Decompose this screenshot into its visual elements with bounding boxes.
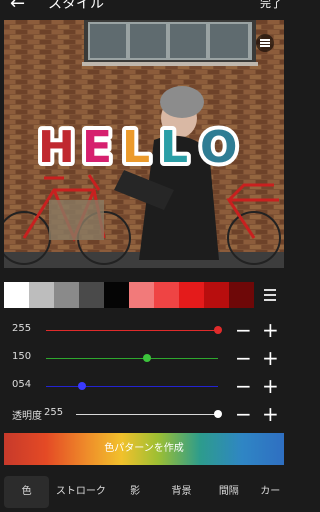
color-channel-row: 255 − +	[0, 318, 288, 342]
color-swatch[interactable]	[29, 282, 54, 308]
color-swatch[interactable]	[179, 282, 204, 308]
channel-slider-knob[interactable]	[143, 354, 152, 362]
preview-menu-button[interactable]	[256, 34, 274, 52]
color-swatch[interactable]	[4, 282, 29, 308]
opacity-value: 255	[44, 407, 64, 418]
hello-letter-l1: L	[122, 122, 150, 173]
color-swatch[interactable]	[229, 282, 254, 308]
color-swatch[interactable]	[79, 282, 104, 308]
channel-plus-button[interactable]: +	[262, 374, 279, 398]
channel-value: 255	[12, 323, 32, 334]
palette-menu-icon[interactable]	[264, 288, 276, 302]
opacity-slider-knob[interactable]	[214, 410, 222, 418]
color-swatch[interactable]	[129, 282, 154, 308]
channel-plus-button[interactable]: +	[262, 318, 279, 342]
top-bar: ← スタイル 完了	[0, 0, 288, 20]
page-title: スタイル	[48, 0, 104, 12]
preview-image[interactable]: H E L L O	[4, 20, 284, 268]
opacity-label: 透明度	[12, 411, 42, 422]
color-swatch[interactable]	[204, 282, 229, 308]
opacity-slider-track[interactable]	[76, 414, 218, 415]
color-swatch[interactable]	[104, 282, 129, 308]
opacity-plus-button[interactable]: +	[262, 402, 279, 426]
tab-5[interactable]: カー	[252, 476, 288, 508]
hello-letter-o: O	[200, 122, 237, 173]
tab-3[interactable]: 背景	[158, 476, 205, 508]
channel-minus-button[interactable]: −	[235, 374, 252, 398]
tab-0[interactable]: 色	[4, 476, 50, 508]
channel-value: 150	[12, 351, 32, 362]
opacity-minus-button[interactable]: −	[235, 402, 252, 426]
channel-value: 054	[12, 379, 32, 390]
color-channel-row: 150 − +	[0, 346, 288, 370]
tab-1[interactable]: ストローク	[49, 476, 112, 508]
channel-slider-track[interactable]	[46, 358, 218, 359]
done-button[interactable]: 完了	[260, 0, 282, 14]
channel-plus-button[interactable]: +	[262, 346, 279, 370]
opacity-row: 透明度 255 − +	[0, 402, 288, 426]
tab-4[interactable]: 間隔	[205, 476, 252, 508]
channel-minus-button[interactable]: −	[235, 346, 252, 370]
color-channel-row: 054 − +	[0, 374, 288, 398]
style-tabs: 色ストローク影背景 間隔 カー	[0, 476, 288, 508]
hello-letter-h: H	[38, 122, 75, 173]
channel-minus-button[interactable]: −	[235, 318, 252, 342]
hello-letter-e: E	[82, 122, 112, 173]
channel-slider-track[interactable]	[46, 386, 218, 387]
street-photo: H E L L O	[4, 20, 284, 268]
color-palette	[4, 282, 254, 308]
create-color-pattern-button[interactable]: 色パターンを作成	[4, 433, 284, 465]
back-arrow-icon[interactable]: ←	[10, 0, 25, 14]
hello-letter-l2: L	[160, 122, 188, 173]
color-swatch[interactable]	[154, 282, 179, 308]
channel-slider-knob[interactable]	[214, 326, 222, 334]
channel-slider-knob[interactable]	[78, 382, 87, 390]
channel-slider-track[interactable]	[46, 330, 218, 331]
color-swatch[interactable]	[54, 282, 79, 308]
tab-2[interactable]: 影	[112, 476, 157, 508]
